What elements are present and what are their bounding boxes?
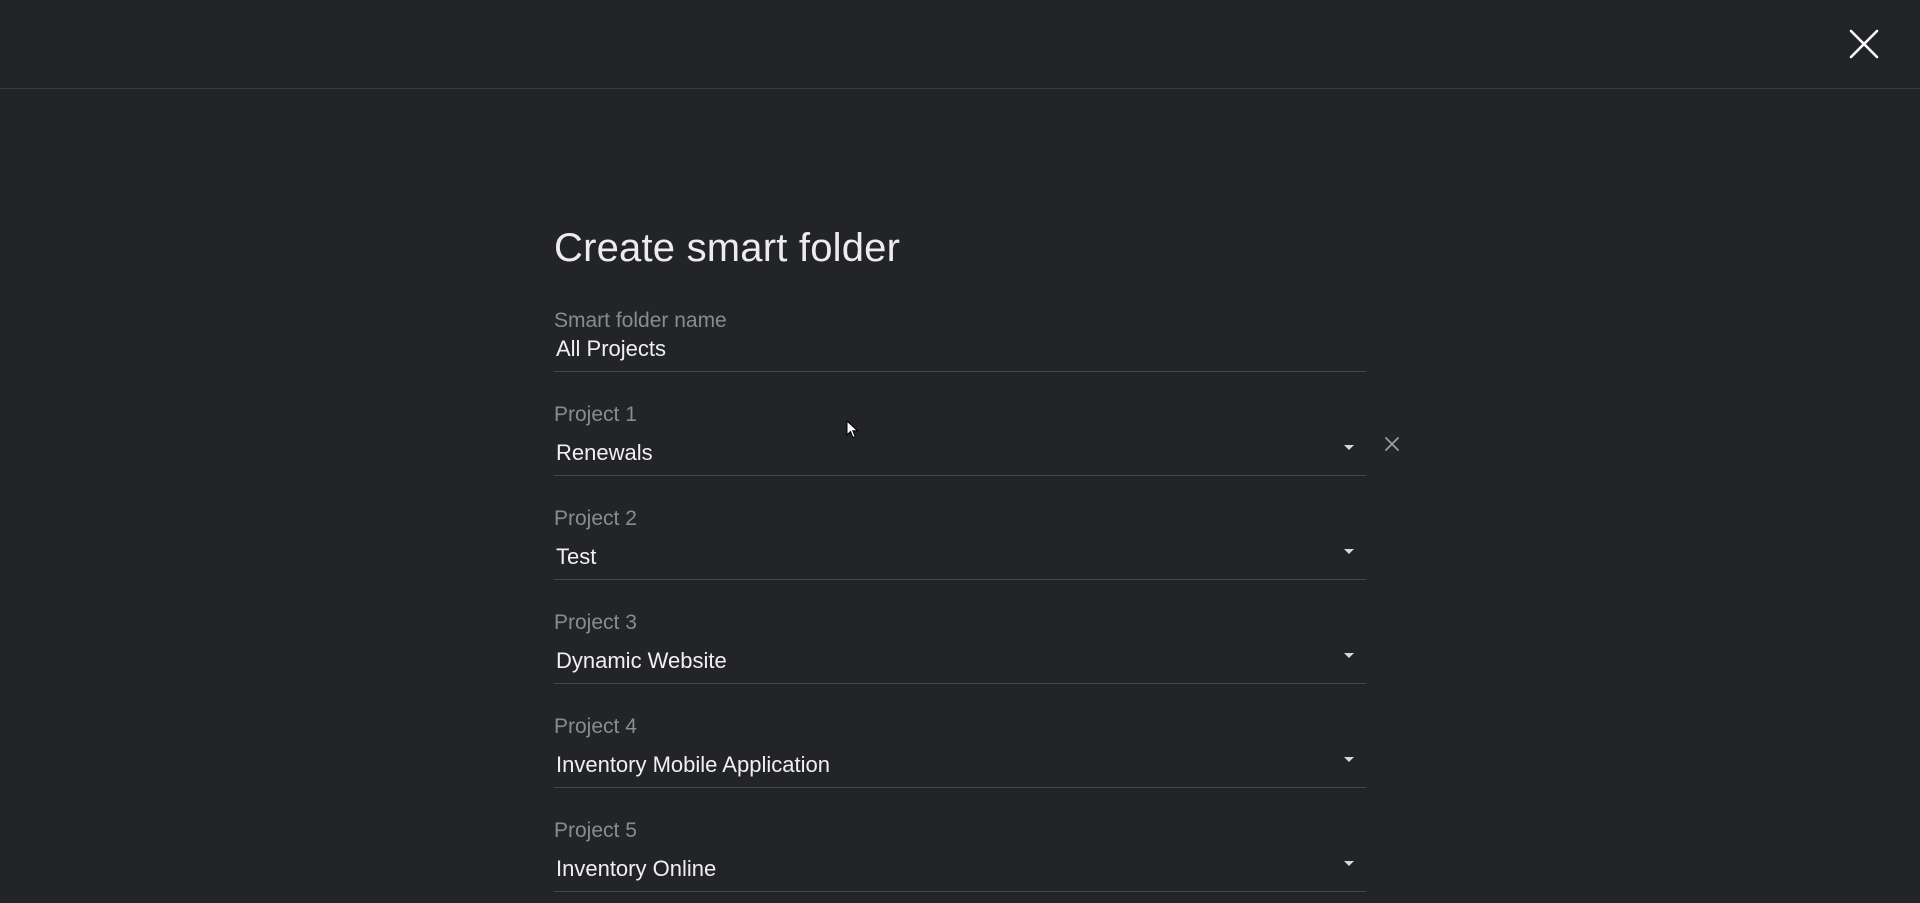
project-2-label: Project 2 xyxy=(554,507,637,530)
smart-folder-form: Create smart folder Smart folder name Al… xyxy=(554,220,1399,892)
smart-folder-name-label: Smart folder name xyxy=(554,309,727,332)
chevron-down-icon[interactable] xyxy=(1344,653,1354,658)
remove-icon xyxy=(1385,437,1399,451)
smart-folder-name-field[interactable]: Smart folder name All Projects xyxy=(554,308,1366,372)
page-title: Create smart folder xyxy=(554,226,901,270)
chevron-down-icon[interactable] xyxy=(1344,861,1354,866)
chevron-down-icon[interactable] xyxy=(1344,549,1354,554)
project-4-label: Project 4 xyxy=(554,715,637,738)
close-button[interactable] xyxy=(1844,24,1884,64)
project-5-value[interactable]: Inventory Online xyxy=(554,855,1366,883)
project-4-value[interactable]: Inventory Mobile Application xyxy=(554,751,1366,779)
project-3-label: Project 3 xyxy=(554,611,637,634)
close-icon xyxy=(1849,29,1879,59)
project-3-value[interactable]: Dynamic Website xyxy=(554,647,1366,675)
chevron-down-icon[interactable] xyxy=(1344,445,1354,450)
chevron-down-icon[interactable] xyxy=(1344,757,1354,762)
project-5-label: Project 5 xyxy=(554,819,637,842)
project-5-select[interactable]: Project 5 Inventory Online xyxy=(554,818,1366,892)
smart-folder-name-input[interactable]: All Projects xyxy=(554,334,1366,364)
mouse-cursor-icon xyxy=(846,420,859,439)
project-2-select[interactable]: Project 2 Test xyxy=(554,506,1366,580)
project-4-select[interactable]: Project 4 Inventory Mobile Application xyxy=(554,714,1366,788)
project-1-label: Project 1 xyxy=(554,403,637,426)
top-bar xyxy=(0,0,1920,89)
remove-project-1-button[interactable] xyxy=(1380,432,1404,456)
project-3-select[interactable]: Project 3 Dynamic Website xyxy=(554,610,1366,684)
project-2-value[interactable]: Test xyxy=(554,543,1366,571)
project-1-value[interactable]: Renewals xyxy=(554,439,1366,467)
project-1-select[interactable]: Project 1 Renewals xyxy=(554,402,1399,476)
